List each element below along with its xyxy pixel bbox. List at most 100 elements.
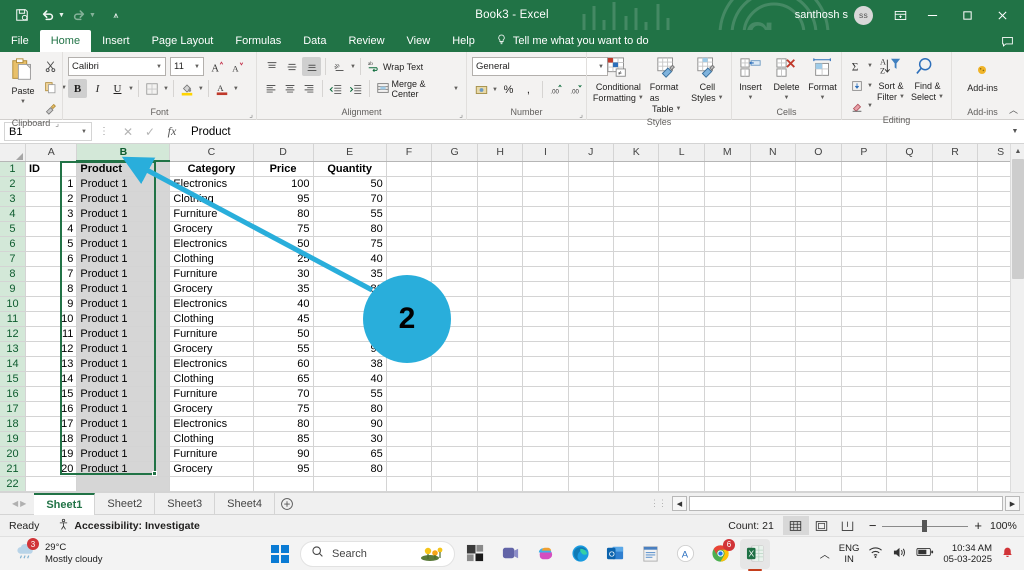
cell[interactable]	[523, 356, 568, 371]
increase-indent-icon[interactable]	[346, 79, 364, 98]
cell[interactable]: Quantity	[313, 161, 386, 176]
cell[interactable]	[932, 221, 978, 236]
cell[interactable]	[704, 491, 750, 492]
cell[interactable]	[841, 401, 887, 416]
cell[interactable]	[841, 266, 887, 281]
cell[interactable]	[313, 476, 386, 491]
column-header-p[interactable]: P	[841, 144, 887, 161]
cell[interactable]: Furniture	[170, 326, 253, 341]
cell[interactable]	[386, 206, 431, 221]
cell[interactable]: 75	[313, 236, 386, 251]
cell[interactable]	[841, 461, 887, 476]
merge-center-dropdown-icon[interactable]: ▼	[453, 86, 459, 92]
cell[interactable]	[796, 461, 842, 476]
cell[interactable]	[477, 491, 523, 492]
scroll-left-icon[interactable]: ◀	[672, 496, 687, 511]
cell[interactable]: 20	[25, 461, 76, 476]
cell[interactable]	[386, 401, 431, 416]
row-header[interactable]: 18	[0, 416, 25, 431]
sheet-tab-sheet4[interactable]: Sheet4	[215, 493, 275, 515]
number-dialog-launcher[interactable]: ⌟	[579, 110, 583, 119]
paste-button[interactable]: Paste ▼	[5, 55, 41, 110]
redo-dropdown-icon[interactable]: ▼	[89, 12, 96, 19]
row-header[interactable]: 7	[0, 251, 25, 266]
tab-insert[interactable]: Insert	[91, 30, 141, 52]
row-header[interactable]: 15	[0, 371, 25, 386]
cell[interactable]	[704, 161, 750, 176]
cell[interactable]	[659, 176, 704, 191]
cell[interactable]: 100	[253, 176, 313, 191]
cell[interactable]: Grocery	[170, 461, 253, 476]
cell[interactable]: 30	[253, 266, 313, 281]
cell[interactable]	[477, 416, 523, 431]
cell[interactable]: 75	[253, 221, 313, 236]
cell[interactable]: 40	[313, 251, 386, 266]
cell[interactable]	[432, 236, 478, 251]
ribbon-display-options-icon[interactable]	[885, 0, 915, 30]
cell[interactable]: 19	[25, 446, 76, 461]
horizontal-scrollbar[interactable]	[689, 496, 1003, 511]
cell[interactable]	[659, 296, 704, 311]
cell[interactable]	[77, 491, 170, 492]
cell[interactable]	[659, 491, 704, 492]
cell[interactable]	[523, 236, 568, 251]
cell[interactable]	[613, 371, 659, 386]
cell[interactable]	[932, 416, 978, 431]
column-header-o[interactable]: O	[796, 144, 842, 161]
cell[interactable]: 55	[313, 296, 386, 311]
column-header-j[interactable]: J	[568, 144, 613, 161]
cell[interactable]	[432, 221, 478, 236]
fill-color-dropdown-icon[interactable]: ▼	[198, 86, 204, 92]
cell[interactable]	[477, 341, 523, 356]
cell[interactable]: Grocery	[170, 341, 253, 356]
cell[interactable]	[386, 476, 431, 491]
cell[interactable]	[432, 191, 478, 206]
font-name-input[interactable]: Calibri ▼	[68, 57, 166, 76]
cell[interactable]	[613, 401, 659, 416]
cell-styles-button[interactable]: Cell Styles▼	[689, 55, 726, 106]
cell[interactable]	[477, 296, 523, 311]
cell[interactable]	[750, 311, 796, 326]
insert-function-icon[interactable]: fx	[161, 124, 183, 139]
zoom-out-button[interactable]: −	[869, 518, 877, 533]
cell[interactable]	[432, 281, 478, 296]
cell[interactable]	[477, 446, 523, 461]
cell[interactable]	[841, 431, 887, 446]
cell[interactable]: Product 1	[77, 296, 170, 311]
cell[interactable]	[568, 491, 613, 492]
format-painter-icon[interactable]	[41, 99, 60, 118]
cell[interactable]	[432, 356, 478, 371]
sheet-tab-sheet3[interactable]: Sheet3	[155, 493, 215, 515]
cell[interactable]	[932, 446, 978, 461]
cell[interactable]	[659, 266, 704, 281]
row-header[interactable]: 22	[0, 476, 25, 491]
cell[interactable]	[750, 356, 796, 371]
cell[interactable]: Product 1	[77, 221, 170, 236]
cell[interactable]: 90	[313, 416, 386, 431]
cell[interactable]	[613, 221, 659, 236]
cell[interactable]	[887, 401, 933, 416]
cell[interactable]	[796, 206, 842, 221]
cell[interactable]: 11	[25, 326, 76, 341]
cell[interactable]: 90	[313, 341, 386, 356]
cell[interactable]	[386, 251, 431, 266]
conditional-formatting-dropdown-icon[interactable]: ▼	[638, 93, 644, 104]
cell[interactable]	[887, 476, 933, 491]
cell[interactable]	[613, 296, 659, 311]
page-break-preview-icon[interactable]	[835, 516, 861, 535]
cell[interactable]	[887, 326, 933, 341]
cell[interactable]	[523, 281, 568, 296]
cell[interactable]	[613, 266, 659, 281]
cell[interactable]	[568, 281, 613, 296]
cell[interactable]	[750, 191, 796, 206]
cell[interactable]	[704, 446, 750, 461]
cell[interactable]	[796, 161, 842, 176]
cell[interactable]: 6	[25, 251, 76, 266]
name-box-dropdown-icon[interactable]: ▼	[81, 129, 87, 135]
cell[interactable]	[386, 416, 431, 431]
cell[interactable]	[523, 416, 568, 431]
cell[interactable]	[386, 266, 431, 281]
row-header[interactable]: 17	[0, 401, 25, 416]
cell[interactable]: 80	[313, 221, 386, 236]
cell[interactable]	[796, 281, 842, 296]
